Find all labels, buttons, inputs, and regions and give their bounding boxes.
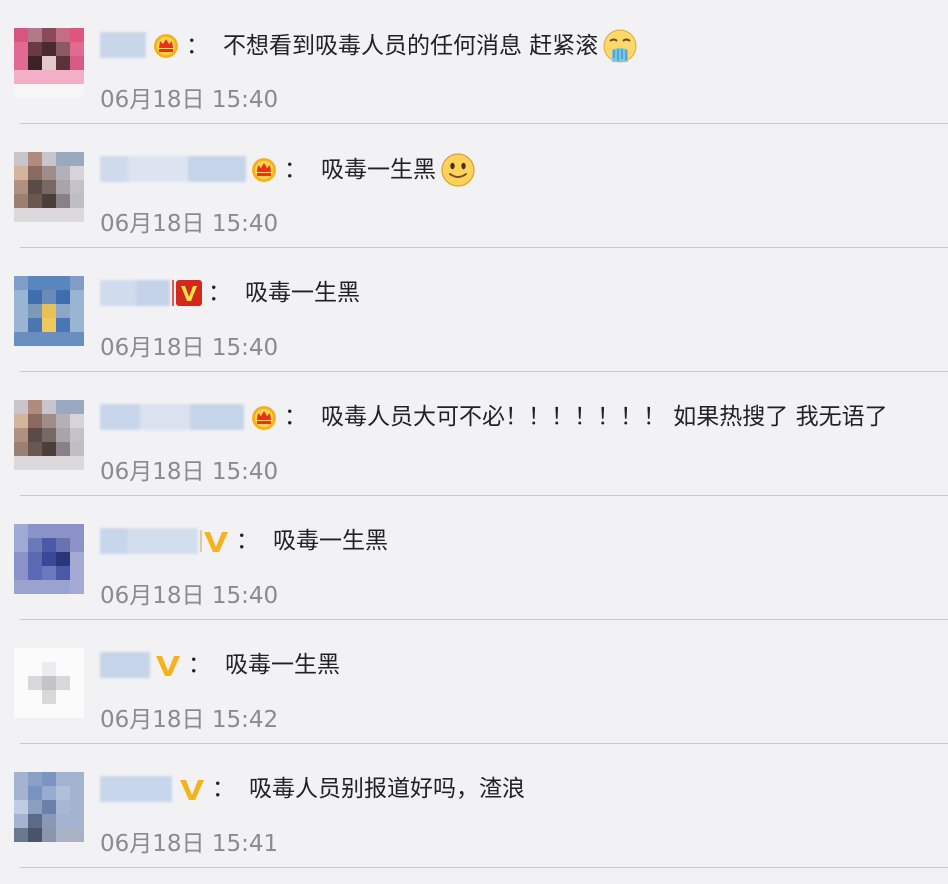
comment-content: ： 吸毒人员别报道好吗，渣浪: [212, 772, 525, 806]
comment-time: 06月18日 15:40: [100, 459, 279, 485]
yellow-v-icon: [156, 656, 180, 676]
divider: [20, 867, 948, 868]
comment-item[interactable]: ： 不想看到吸毒人员的任何消息 赶紧滚 06月18日 15:40: [0, 0, 948, 124]
colon: ：: [284, 157, 307, 183]
comment-item[interactable]: ： 吸毒人员别报道好吗，渣浪 06月18日 15:41: [0, 744, 948, 868]
colon: ：: [186, 33, 209, 59]
comment-text: 不想看到吸毒人员的任何消息 赶紧滚: [223, 33, 599, 59]
yellow-v-icon: [200, 530, 228, 552]
yellow-v-icon: [180, 780, 204, 800]
comment-text: 吸毒一生黑: [321, 157, 436, 183]
comment-item[interactable]: ： 吸毒一生黑 06月18日 15:40: [0, 248, 948, 372]
comment-item[interactable]: ： 吸毒一生黑 06月18日 15:40: [0, 124, 948, 248]
comment-content: ： 不想看到吸毒人员的任何消息 赶紧滚: [186, 28, 638, 64]
comment-content: ： 吸毒一生黑: [284, 152, 476, 188]
puke-face-emoji: [603, 29, 637, 63]
comment-time: 06月18日 15:41: [100, 831, 279, 857]
comment-content: ： 吸毒人员大可不必！！！！！！！ 如果热搜了 我无语了: [284, 400, 888, 434]
comment-time: 06月18日 15:42: [100, 707, 279, 733]
comment-content: ： 吸毒一生黑: [208, 276, 360, 310]
avatar[interactable]: [14, 28, 84, 98]
comment-content: ： 吸毒一生黑: [188, 648, 340, 682]
colon: ：: [188, 652, 211, 678]
comment-time: 06月18日 15:40: [100, 583, 279, 609]
red-v-icon: [172, 280, 202, 306]
avatar[interactable]: [14, 276, 84, 346]
comment-content: ： 吸毒一生黑: [236, 524, 388, 558]
comment-item[interactable]: ： 吸毒人员大可不必！！！！！！！ 如果热搜了 我无语了 06月18日 15:4…: [0, 372, 948, 496]
avatar[interactable]: [14, 400, 84, 470]
crown-icon: [252, 406, 276, 430]
username-blurred[interactable]: [100, 652, 150, 678]
comment-text: 吸毒一生黑: [273, 528, 388, 554]
username-blurred[interactable]: [100, 32, 146, 58]
crown-icon: [154, 34, 178, 58]
comment-item[interactable]: ： 吸毒一生黑 06月18日 15:40: [0, 496, 948, 620]
comment-time: 06月18日 15:40: [100, 335, 279, 361]
username-blurred[interactable]: [100, 404, 244, 430]
comment-text: 吸毒一生黑: [245, 280, 360, 306]
smile-face-emoji: [441, 153, 475, 187]
avatar[interactable]: [14, 648, 84, 718]
colon: ：: [284, 404, 307, 430]
avatar[interactable]: [14, 152, 84, 222]
comment-item[interactable]: ： 吸毒一生黑 06月18日 15:42: [0, 620, 948, 744]
avatar[interactable]: [14, 524, 84, 594]
username-blurred[interactable]: [100, 528, 198, 554]
username-blurred[interactable]: [100, 156, 246, 182]
colon: ：: [212, 776, 235, 802]
avatar[interactable]: [14, 772, 84, 842]
colon: ：: [208, 280, 231, 306]
crown-icon: [252, 158, 276, 182]
username-blurred[interactable]: [100, 280, 170, 306]
colon: ：: [236, 528, 259, 554]
comment-text: 吸毒人员别报道好吗，渣浪: [249, 776, 525, 802]
comment-time: 06月18日 15:40: [100, 87, 279, 113]
comment-text: 吸毒人员大可不必！！！！！！！ 如果热搜了 我无语了: [321, 404, 888, 430]
comment-time: 06月18日 15:40: [100, 211, 279, 237]
comment-text: 吸毒一生黑: [225, 652, 340, 678]
username-blurred[interactable]: [100, 776, 172, 802]
